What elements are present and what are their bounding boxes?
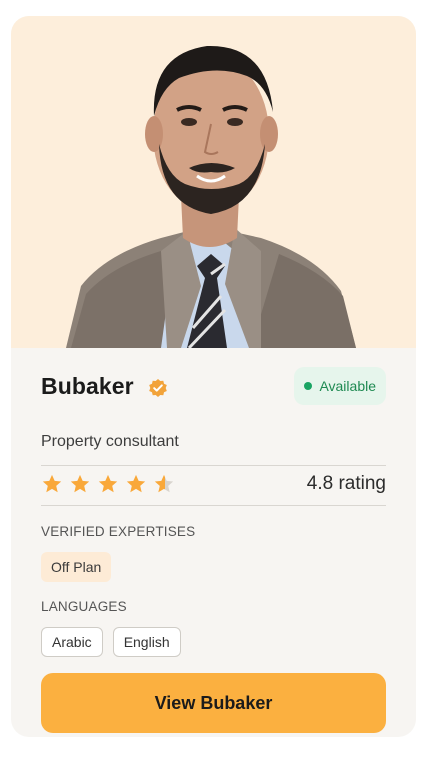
language-chip: Arabic bbox=[41, 627, 103, 657]
divider bbox=[41, 465, 386, 466]
view-agent-button[interactable]: View Bubaker bbox=[41, 673, 386, 733]
star-half-icon bbox=[154, 474, 174, 493]
agent-photo bbox=[11, 16, 416, 348]
languages-section-label: LANGUAGES bbox=[41, 599, 127, 614]
star-icon bbox=[98, 474, 118, 493]
agent-role: Property consultant bbox=[41, 433, 179, 450]
star-icon bbox=[70, 474, 90, 493]
agent-name: Bubaker bbox=[41, 373, 134, 399]
star-icon bbox=[42, 474, 62, 493]
status-badge: Available bbox=[294, 367, 386, 405]
star-icon bbox=[126, 474, 146, 493]
name-row: Bubaker Available bbox=[41, 367, 386, 408]
divider bbox=[41, 505, 386, 506]
agent-card: Bubaker Available Property consultant 4.… bbox=[11, 16, 416, 737]
verified-badge-icon bbox=[149, 379, 167, 397]
expertise-chip: Off Plan bbox=[41, 552, 112, 582]
status-dot-icon bbox=[304, 382, 313, 390]
rating-text: 4.8 rating bbox=[306, 473, 386, 494]
expertise-section-label: VERIFIED EXPERTISES bbox=[41, 524, 196, 539]
languages-list: Arabic English bbox=[41, 627, 191, 657]
star-rating bbox=[41, 473, 181, 495]
language-chip: English bbox=[112, 627, 181, 657]
status-label: Available bbox=[319, 378, 376, 394]
